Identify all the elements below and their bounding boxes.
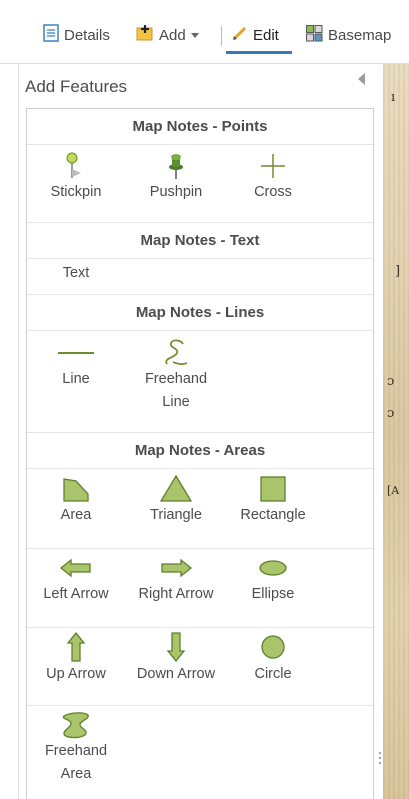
row-divider bbox=[27, 705, 373, 706]
details-icon bbox=[43, 24, 59, 46]
down-arrow-icon bbox=[166, 632, 186, 663]
add-label: Add bbox=[159, 26, 186, 44]
freehand-area-icon bbox=[62, 712, 89, 739]
row-divider bbox=[27, 548, 373, 549]
area-polygon-icon bbox=[63, 478, 89, 502]
template-triangle[interactable]: Triangle bbox=[127, 474, 225, 527]
template-label: Pushpin bbox=[149, 184, 203, 200]
template-down-arrow[interactable]: Down Arrow bbox=[127, 631, 225, 686]
template-label: Freehand bbox=[44, 743, 108, 759]
details-button[interactable]: Details bbox=[43, 22, 110, 48]
panel-title: Add Features bbox=[25, 77, 128, 96]
template-label: Rectangle bbox=[240, 507, 306, 523]
template-cross[interactable]: Cross bbox=[224, 151, 322, 204]
section-header-areas: Map Notes - Areas bbox=[27, 433, 373, 469]
add-features-panel: Add Features Map Notes - Points Stickpin… bbox=[18, 64, 383, 799]
template-right-arrow[interactable]: Right Arrow bbox=[127, 553, 225, 606]
template-label: Left Arrow bbox=[43, 586, 109, 602]
add-button[interactable]: Add bbox=[136, 22, 199, 48]
grip-dot bbox=[379, 757, 381, 759]
left-arrow-icon bbox=[59, 558, 91, 578]
resize-handle[interactable] bbox=[379, 752, 382, 767]
template-label: Circle bbox=[254, 666, 292, 682]
section-header-text: Map Notes - Text bbox=[27, 223, 373, 259]
section-header-lines: Map Notes - Lines bbox=[27, 295, 373, 331]
map-texture: ɔ bbox=[387, 374, 395, 389]
cross-icon bbox=[261, 154, 285, 178]
template-text[interactable]: Text bbox=[27, 260, 125, 286]
template-label: Area bbox=[60, 766, 92, 782]
edit-button[interactable]: Edit bbox=[232, 22, 279, 48]
feature-templates-list: Map Notes - Points Stickpin Pushpin Cros… bbox=[26, 108, 374, 799]
template-label: Freehand bbox=[144, 371, 208, 387]
grip-dot bbox=[379, 762, 381, 764]
template-pushpin[interactable]: Pushpin bbox=[127, 151, 225, 204]
grip-dot bbox=[379, 752, 381, 754]
freehand-line-icon bbox=[165, 339, 188, 365]
ellipse-icon bbox=[259, 560, 287, 576]
row-divider bbox=[27, 627, 373, 628]
template-rectangle[interactable]: Rectangle bbox=[224, 474, 322, 527]
pencil-icon bbox=[232, 25, 248, 45]
template-label: Area bbox=[60, 507, 92, 523]
template-label: Text bbox=[62, 265, 90, 281]
toolbar-divider bbox=[221, 26, 222, 46]
template-label: Stickpin bbox=[50, 184, 102, 200]
collapse-panel-icon[interactable] bbox=[358, 73, 365, 85]
right-arrow-icon bbox=[161, 558, 193, 578]
stickpin-icon bbox=[66, 152, 81, 178]
template-label: Ellipse bbox=[251, 586, 295, 602]
template-freehand-line[interactable]: Freehand Line bbox=[127, 338, 225, 414]
map-view[interactable]: ı ] ɔ ɔ [A bbox=[383, 64, 409, 799]
template-up-arrow[interactable]: Up Arrow bbox=[27, 631, 125, 686]
template-label: Up Arrow bbox=[46, 666, 106, 682]
map-texture: [A bbox=[387, 484, 400, 497]
template-left-arrow[interactable]: Left Arrow bbox=[27, 553, 125, 606]
template-label: Cross bbox=[254, 184, 292, 200]
details-label: Details bbox=[64, 26, 110, 44]
top-toolbar: Details Add Edit Basemap bbox=[0, 0, 409, 64]
pushpin-icon bbox=[169, 154, 183, 179]
template-label: Line bbox=[62, 371, 90, 387]
template-label: Triangle bbox=[150, 507, 202, 523]
triangle-icon bbox=[159, 474, 193, 502]
up-arrow-icon bbox=[66, 631, 86, 662]
template-ellipse[interactable]: Ellipse bbox=[224, 553, 322, 606]
rectangle-icon bbox=[260, 476, 286, 502]
section-header-points: Map Notes - Points bbox=[27, 109, 373, 145]
template-label: Right Arrow bbox=[138, 586, 214, 602]
chevron-down-icon bbox=[190, 32, 199, 38]
template-freehand-area[interactable]: Freehand Area bbox=[27, 710, 125, 786]
template-label: Line bbox=[162, 394, 190, 410]
template-label: Down Arrow bbox=[136, 666, 216, 682]
template-line[interactable]: Line bbox=[27, 338, 125, 391]
basemap-button[interactable]: Basemap bbox=[306, 22, 391, 48]
map-texture: ] bbox=[395, 264, 401, 279]
template-circle[interactable]: Circle bbox=[224, 631, 322, 686]
basemap-label: Basemap bbox=[328, 26, 392, 44]
template-stickpin[interactable]: Stickpin bbox=[27, 151, 125, 204]
map-texture: ɔ bbox=[387, 406, 395, 421]
panel-header: Add Features bbox=[19, 64, 384, 108]
map-texture: ı bbox=[391, 90, 396, 105]
template-area[interactable]: Area bbox=[27, 474, 125, 527]
line-icon bbox=[58, 352, 94, 354]
basemap-grid-icon bbox=[306, 24, 323, 46]
edit-label: Edit bbox=[253, 26, 279, 44]
add-layer-icon bbox=[136, 24, 154, 46]
circle-icon bbox=[261, 635, 285, 659]
active-tab-indicator bbox=[226, 51, 292, 54]
